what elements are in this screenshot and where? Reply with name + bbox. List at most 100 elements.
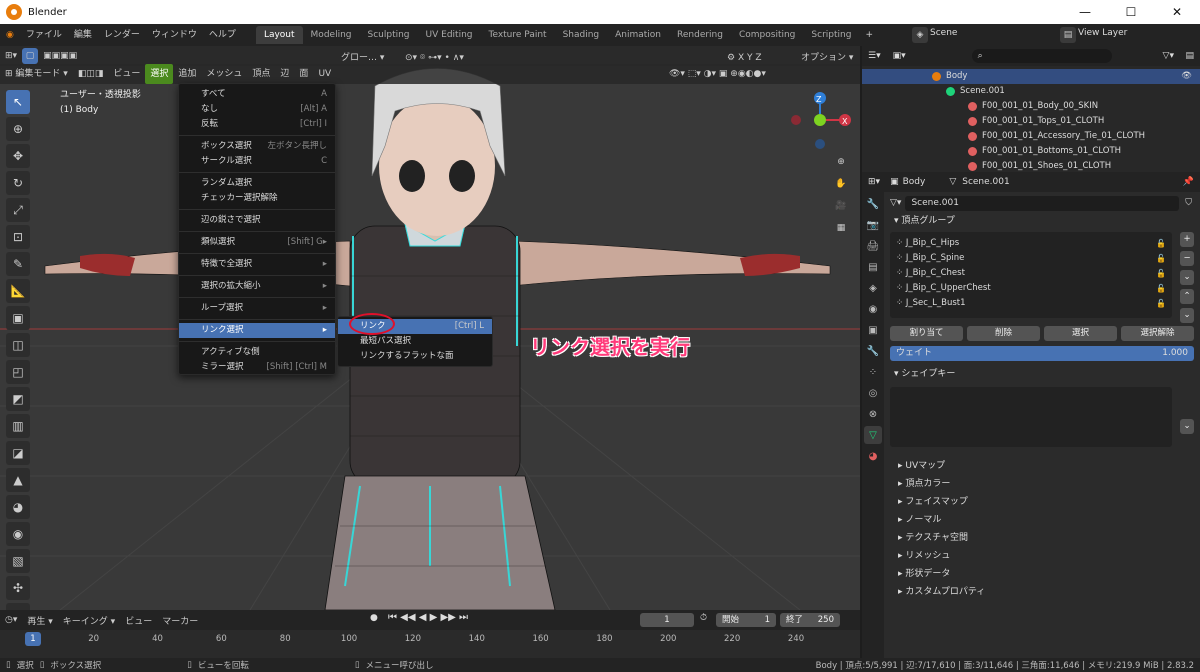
render-tab-icon[interactable]: 📷 [864,216,882,234]
select-menu-item[interactable]: すべて A [179,87,335,102]
select-menu-item[interactable]: 選択の拡大縮小 ▸ [179,279,335,294]
lock-icon[interactable]: 🔓 [1156,236,1172,251]
camera-icon[interactable]: 🎥 [833,198,849,214]
stopwatch-icon[interactable]: ⏱ [700,613,707,623]
menu-keying[interactable]: キーイング ▾ [58,614,120,627]
record-button[interactable]: ● [370,613,378,623]
pin-icon[interactable]: 📌 [1183,177,1194,187]
shape-key-specials-button[interactable]: ⌄ [1180,419,1194,434]
move-tool-icon[interactable]: ✥ [6,144,30,168]
extrude-tool-icon[interactable]: ◫ [6,333,30,357]
menu-playback[interactable]: 再生 ▾ [22,614,57,627]
vertex-groups-panel-header[interactable]: ▾ 頂点グループ [886,212,1198,230]
timeline-ruler[interactable]: 1 20 40 60 80 100 120 140 160 180 200 220 240 [0,630,860,658]
end-frame-field[interactable]: 終了 250 [780,613,840,627]
new-collection-icon[interactable]: ▤ [1185,51,1194,61]
tool-tab-icon[interactable]: 🔧 [864,195,882,213]
select-button[interactable]: 選択 [1044,326,1117,341]
vertex-edge-face-toggles[interactable]: ◧◫◨ [73,64,109,84]
tab-layout[interactable]: Layout [255,26,303,44]
shape-keys-panel-header[interactable]: ▾ シェイプキー [886,365,1198,383]
outliner-search-input[interactable]: ⌕ [971,49,1112,63]
link-submenu-item[interactable]: リンクするフラットな面 [338,349,492,364]
weight-slider[interactable]: ウェイト 1.000 [890,346,1194,361]
cursor-tool-icon[interactable]: ⊕ [6,117,30,141]
lock-icon[interactable]: 🔓 [1156,251,1172,266]
world-tab-icon[interactable]: ◉ [864,300,882,318]
vertex-group-list[interactable]: ⁘ J_Bip_C_Hips 🔓 ⁘ J_Bip_C_Spine 🔓 ⁘ J_Bip_C… [890,232,1172,318]
outliner-filter-icon[interactable]: ▽▾ [1163,51,1174,61]
rotate-tool-icon[interactable]: ↻ [6,171,30,195]
editor-type-icon[interactable]: ⊞▾ [0,46,22,66]
menu-file[interactable]: ファイル [20,24,68,46]
shape-key-list[interactable] [890,387,1172,447]
mode-dropdown[interactable]: ⊞ 編集モード ▾ [0,64,73,84]
poly-build-tool-icon[interactable]: ▲ [6,468,30,492]
knife-tool-icon[interactable]: ◪ [6,441,30,465]
select-menu-item[interactable]: ミラー選択 [Shift] [Ctrl] M [179,360,335,375]
select-menu-item[interactable]: サークル選択 C [179,154,335,169]
select-tool-icon[interactable]: ↖ [6,90,30,114]
outliner-row[interactable]: Scene.001 [862,84,1200,99]
property-section-header[interactable]: ▸ カスタムプロパティ [886,583,1198,601]
mesh-name-field[interactable]: Scene.001 [905,195,1180,211]
lock-icon[interactable]: 🔓 [1156,296,1172,311]
menu-view[interactable]: ビュー [108,64,145,84]
select-menu-item[interactable]: リンク選択 ▸ [179,323,335,338]
spin-tool-icon[interactable]: ◕ [6,495,30,519]
menu-select[interactable]: 選択 [145,64,174,84]
outliner-row[interactable]: F00_001_01_Bottoms_01_CLOTH [862,144,1200,159]
start-frame-field[interactable]: 開始 1 [716,613,776,627]
select-box-icon[interactable]: ▢ [22,48,39,64]
mesh-datablock-icon[interactable]: ▽▾ [886,198,905,208]
select-menu-item[interactable]: 類似選択 [Shift] G▸ [179,235,335,250]
menu-timeline-view[interactable]: ビュー [120,614,157,627]
select-menu-item[interactable]: ランダム選択 [179,176,335,191]
tab-texture-paint[interactable]: Texture Paint [480,26,554,44]
tab-animation[interactable]: Animation [607,26,669,44]
outliner-display-mode-icon[interactable]: ▣▾ [887,51,912,61]
menu-vertex[interactable]: 頂点 [247,64,275,84]
menu-marker[interactable]: マーカー [157,614,203,627]
material-tab-icon[interactable]: ◕ [864,447,882,465]
perspective-grid-icon[interactable]: ▦ [833,220,849,236]
measure-tool-icon[interactable]: 📐 [6,279,30,303]
fake-user-shield-icon[interactable]: ⛉ [1179,198,1198,208]
select-menu-item[interactable]: 反転 [Ctrl] I [179,117,335,132]
select-menu-item[interactable]: 辺の鋭さで選択 [179,213,335,228]
property-section-header[interactable]: ▸ ノーマル [886,511,1198,529]
tab-uv-editing[interactable]: UV Editing [418,26,481,44]
vertex-group-item[interactable]: ⁘ J_Bip_C_Hips 🔓 [890,236,1172,251]
select-mode-icons[interactable]: ▣▣▣▣ [38,46,82,66]
property-section-header[interactable]: ▸ フェイスマップ [886,493,1198,511]
view-layer-name[interactable]: View Layer [1078,28,1127,38]
add-vertex-group-button[interactable]: + [1180,232,1194,247]
property-section-header[interactable]: ▸ テクスチャ空間 [886,529,1198,547]
select-menu-item[interactable]: チェッカー選択解除 [179,191,335,206]
physics-tab-icon[interactable]: ◎ [864,384,882,402]
viewport-shading-icons[interactable]: 👁▾ ⬚▾ ◑▾ ▣ ⊕◉◐●▾ [664,64,771,84]
property-section-header[interactable]: ▸ UVマップ [886,457,1198,475]
visibility-eye-icon[interactable]: 👁 [1181,69,1192,84]
vertex-group-specials-button[interactable]: ⌄ [1180,270,1194,285]
object-tab-icon[interactable]: ▣ [864,321,882,339]
smooth-tool-icon[interactable]: ◉ [6,522,30,546]
select-menu-item[interactable]: アクティブな側 [179,345,335,360]
menu-help[interactable]: ヘルプ [203,24,242,46]
menu-mesh[interactable]: メッシュ [201,64,247,84]
timeline-editor[interactable]: ◷▾ 再生 ▾ キーイング ▾ ビュー マーカー ● ⏮ ◀◀ ◀ ▶ ▶▶ ⏭… [0,610,860,658]
view-layer-tab-icon[interactable]: ▤ [864,258,882,276]
select-menu-item[interactable]: 特徴で全選択 ▸ [179,257,335,272]
tab-sculpting[interactable]: Sculpting [360,26,418,44]
link-submenu-item[interactable]: 最短パス選択 [338,334,492,349]
minimize-button[interactable]: — [1062,0,1108,24]
outliner-row[interactable]: F00_001_01_Body_00_SKIN [862,99,1200,114]
add-workspace-icon[interactable]: + [859,24,879,46]
scene-tab-icon[interactable]: ◈ [864,279,882,297]
outliner-row[interactable]: F00_001_01_Accessory_Tie_01_CLOTH [862,129,1200,144]
vertex-group-item[interactable]: ⁘ J_Bip_C_Chest 🔓 [890,266,1172,281]
transform-tool-icon[interactable]: ⊡ [6,225,30,249]
property-section-header[interactable]: ▸ 頂点カラー [886,475,1198,493]
move-up-button[interactable]: ⌃ [1180,289,1194,304]
output-tab-icon[interactable]: 🖨 [864,237,882,255]
